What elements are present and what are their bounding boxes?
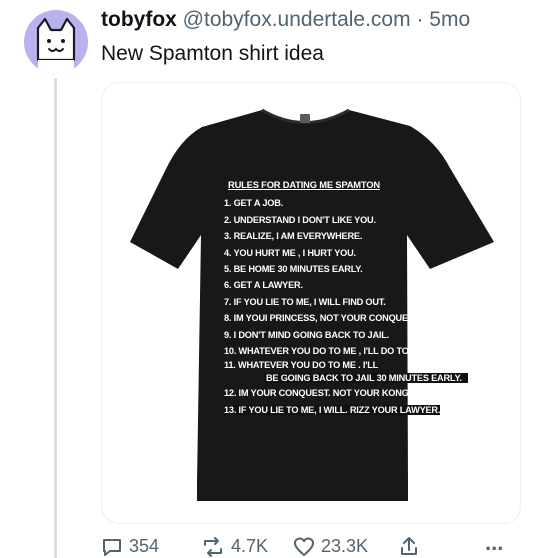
- author-name[interactable]: tobyfox: [101, 8, 177, 31]
- share-button[interactable]: [399, 536, 419, 556]
- shirt-rule-highlight: 13. IF YOU LIE TO ME, I WILL. RIZZ YOUR …: [224, 404, 441, 415]
- shirt-rule: 1. GET A JOB.: [224, 198, 284, 209]
- shirt-rule: 3. REALIZE, I AM EVERYWHERE.: [224, 231, 363, 242]
- shirt-tag: [300, 114, 310, 123]
- tweet-actions: 354 4.7K 23.3K ...: [101, 530, 531, 557]
- shirt-rule: 5. BE HOME 30 MINUTES EARLY.: [224, 264, 363, 275]
- shirt-rule: 2. UNDERSTAND I DON'T LIKE YOU.: [224, 214, 376, 225]
- tweet-image[interactable]: RULES FOR DATING ME SPAMTON 1. GET A JOB…: [101, 82, 521, 524]
- shirt-rule-highlight: BE GOING BACK TO JAIL 30 MINUTES EARLY.: [264, 373, 468, 384]
- shirt-title: RULES FOR DATING ME SPAMTON: [228, 179, 380, 190]
- thread-line: [54, 78, 57, 558]
- shirt-print: RULES FOR DATING ME SPAMTON 1. GET A JOB…: [224, 177, 520, 418]
- more-options-button[interactable]: ...: [485, 530, 503, 556]
- separator-dot: ·: [416, 8, 424, 31]
- shirt-rule: 13. IF YOU LIE TO ME, I WILL. RIZZ YOUR …: [224, 402, 520, 418]
- author-handle[interactable]: @tobyfox.undertale.com: [183, 8, 411, 31]
- share-icon: [401, 537, 417, 555]
- shirt-rule: 12. IM YOUR CONQUEST. NOT YOUR KONG QUES…: [224, 388, 443, 399]
- shirt-rule: 11. WHATEVER YOU DO TO ME . I'LL: [224, 360, 379, 371]
- shirt-rule: 4. YOU HURT ME , I HURT YOU.: [224, 247, 356, 258]
- avatar[interactable]: [24, 10, 88, 74]
- shirt-rule: 9. I DON'T MIND GOING BACK TO JAIL.: [224, 329, 389, 340]
- tweet-header: tobyfox @tobyfox.undertale.com · 5mo: [101, 8, 470, 32]
- dog-face-icon: [36, 17, 76, 74]
- tweet-text: New Spamton shirt idea: [101, 42, 324, 65]
- shirt-rule: 10. WHATEVER YOU DO TO ME , I'LL DO TO Y…: [224, 346, 433, 357]
- shirt-rule: 6. GET A LAWYER.: [224, 280, 303, 291]
- more-icon: ...: [485, 530, 504, 555]
- tweet-timestamp[interactable]: 5mo: [429, 8, 470, 31]
- shirt-rule: 8. IM YOUI PRINCESS, NOT YOUR CONQUEST.: [224, 313, 421, 324]
- shirt-rule: 7. IF YOU LIE TO ME, I WILL FIND OUT.: [224, 296, 386, 307]
- shirt-rule: BE GOING BACK TO JAIL 30 MINUTES EARLY.: [264, 372, 520, 385]
